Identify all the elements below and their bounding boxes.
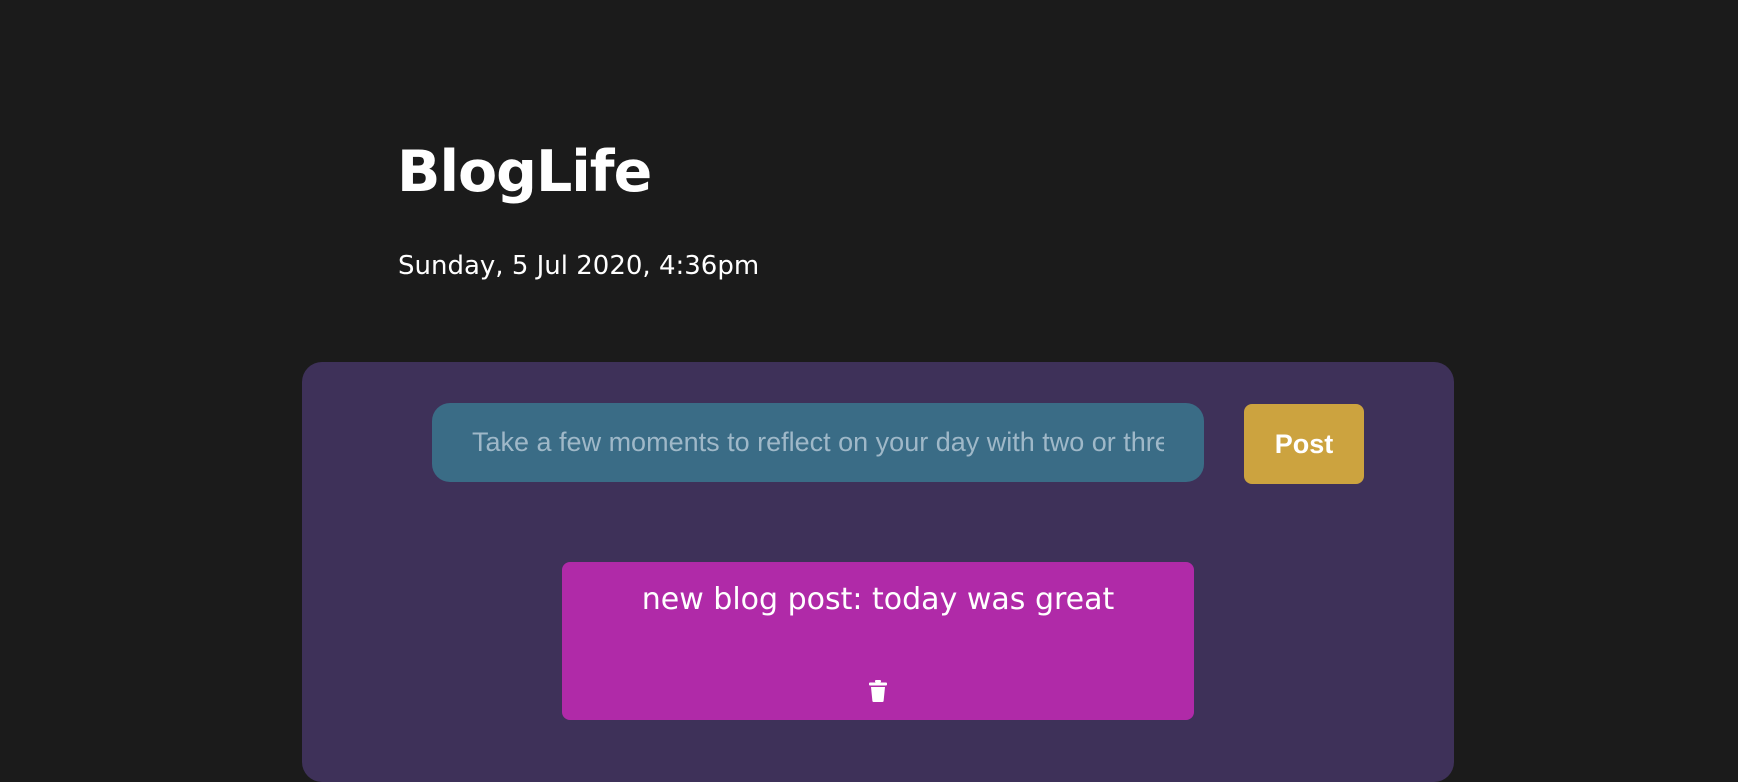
post-button[interactable]: Post bbox=[1244, 404, 1364, 484]
trash-icon bbox=[869, 679, 887, 707]
blog-post-text: new blog post: today was great bbox=[641, 582, 1115, 617]
current-date: Sunday, 5 Jul 2020, 4:36pm bbox=[398, 251, 760, 281]
delete-post-button[interactable] bbox=[864, 678, 892, 708]
app-title: BlogLife bbox=[397, 139, 652, 205]
blog-post-card: new blog post: today was great bbox=[562, 562, 1194, 720]
blog-entry-input[interactable] bbox=[432, 403, 1204, 482]
